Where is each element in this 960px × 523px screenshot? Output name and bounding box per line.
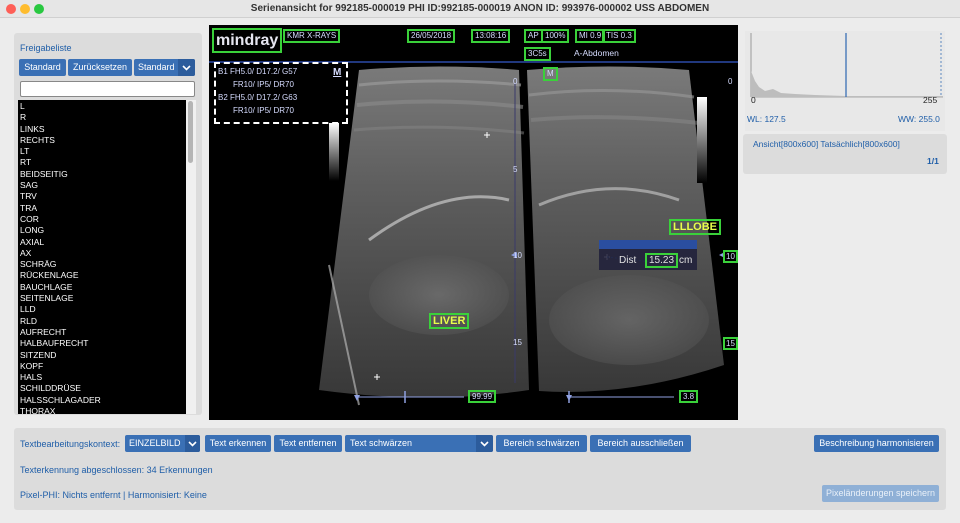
b2-params-line2: FR10/ IP5/ DR70 bbox=[233, 106, 294, 115]
preset-dropdown-value: Standard bbox=[138, 62, 175, 72]
detect-text-button[interactable]: Text erkennen bbox=[205, 435, 271, 452]
date-text: 26/05/2018 bbox=[407, 29, 456, 43]
ap-label: AP bbox=[524, 29, 543, 43]
redact-mode-dropdown[interactable]: Text schwärzen bbox=[345, 435, 493, 452]
list-item[interactable]: R bbox=[18, 112, 186, 123]
chevron-down-icon bbox=[476, 435, 493, 452]
exam-text: A-Abdomen bbox=[574, 48, 619, 58]
chevron-down-icon bbox=[185, 435, 200, 452]
histogram-max: 255 bbox=[923, 95, 938, 105]
window-width: WW: 255.0 bbox=[898, 114, 940, 124]
list-item[interactable]: RLD bbox=[18, 316, 186, 327]
m-indicator: M bbox=[333, 67, 342, 78]
list-scrollbar-thumb[interactable] bbox=[188, 101, 193, 163]
distance-unit: cm bbox=[679, 255, 693, 266]
list-item[interactable]: LT bbox=[18, 146, 186, 157]
view-info-box: Ansicht[800x600] Tatsächlich[800x600] 1/… bbox=[743, 134, 947, 174]
list-item[interactable]: SCHILDDRÜSE bbox=[18, 383, 186, 394]
list-item[interactable]: TRA bbox=[18, 203, 186, 214]
standard-button[interactable]: Standard bbox=[19, 59, 66, 76]
histogram-panel: 0 255 WL: 127.5 WW: 255.0 Ansicht[800x60… bbox=[741, 25, 951, 175]
remove-text-button[interactable]: Text entfernen bbox=[274, 435, 342, 452]
list-item[interactable]: THORAX bbox=[18, 406, 186, 414]
lllobe-label: LLLOBE bbox=[669, 219, 721, 235]
b1-params-line2: FR10/ IP5/ DR70 bbox=[233, 80, 294, 89]
depth-marker-15-left: 15 bbox=[513, 338, 522, 347]
page-indicator: 1/1 bbox=[927, 156, 939, 166]
save-pixel-changes-button[interactable]: Pixeländerungen speichern bbox=[822, 485, 939, 502]
view-info: Ansicht[800x600] Tatsächlich[800x600] bbox=[753, 139, 900, 149]
list-item[interactable]: LINKS bbox=[18, 124, 186, 135]
depth-marker-0-left: 0 bbox=[513, 77, 518, 86]
preset-dropdown[interactable]: Standard bbox=[134, 59, 195, 76]
brand-logo-text: mindray bbox=[212, 28, 283, 53]
list-item[interactable]: AX bbox=[18, 248, 186, 259]
phi-status: Pixel-PHI: Nichts entfernt | Harmonisier… bbox=[20, 490, 207, 500]
release-list[interactable]: L R LINKS RECHTS LT RT BEIDSEITIG SAG TRV TRA COR L… bbox=[18, 100, 186, 414]
list-item[interactable]: TRV bbox=[18, 191, 186, 202]
b1-params-line1: B1 FH5.0/ D17.2/ G57 bbox=[218, 67, 298, 76]
window-level: WL: 127.5 bbox=[747, 114, 786, 124]
tis-text: TIS 0.3 bbox=[602, 29, 636, 43]
list-item[interactable]: SITZEND bbox=[18, 350, 186, 361]
list-item[interactable]: LONG bbox=[18, 225, 186, 236]
facility-text: KMR X-RAYS bbox=[283, 29, 341, 43]
list-item[interactable]: L bbox=[18, 101, 186, 112]
list-item[interactable]: HALS bbox=[18, 372, 186, 383]
context-label: Textbearbeitungskontext: bbox=[20, 439, 121, 449]
m-marker-text: M bbox=[543, 67, 558, 81]
title-bar: Serienansicht for 992185-000019 PHI ID:9… bbox=[0, 0, 960, 18]
depth-marker-15-right: 15 bbox=[723, 337, 738, 350]
list-item[interactable]: HALBAUFRECHT bbox=[18, 338, 186, 349]
exclude-area-button[interactable]: Bereich ausschließen bbox=[590, 435, 691, 452]
mi-text: MI 0.9 bbox=[575, 29, 606, 43]
context-dropdown[interactable]: EINZELBILD bbox=[125, 435, 200, 452]
list-item[interactable]: BEIDSEITIG bbox=[18, 169, 186, 180]
list-item[interactable]: LLD bbox=[18, 304, 186, 315]
list-item[interactable]: AXIAL bbox=[18, 237, 186, 248]
list-item[interactable]: SEITENLAGE bbox=[18, 293, 186, 304]
redact-mode-value: Text schwärzen bbox=[350, 438, 413, 448]
b2-params-line1: B2 FH5.0/ D17.2/ G63 bbox=[218, 93, 298, 102]
image-viewer[interactable]: mindray KMR X-RAYS 26/05/2018 13:08:16 A… bbox=[209, 25, 738, 420]
distance-value: 15.23 bbox=[645, 253, 679, 268]
list-item[interactable]: COR bbox=[18, 214, 186, 225]
liver-label: LIVER bbox=[429, 313, 470, 329]
depth-marker-10-left: 10 bbox=[513, 251, 522, 260]
list-item[interactable]: HALSSCHLAGADER bbox=[18, 395, 186, 406]
list-item[interactable]: RECHTS bbox=[18, 135, 186, 146]
detection-status: Texterkennung abgeschlossen: 34 Erkennun… bbox=[20, 465, 213, 475]
search-input[interactable] bbox=[20, 81, 195, 97]
list-item[interactable]: SCHRÄG bbox=[18, 259, 186, 270]
histogram-min: 0 bbox=[751, 95, 756, 105]
reset-button[interactable]: Zurücksetzen bbox=[68, 59, 132, 76]
bottom-right-value: 3.8 bbox=[679, 390, 699, 403]
depth-marker-10-right: 10 bbox=[723, 250, 738, 263]
release-list-panel: Freigabeliste Standard Zurücksetzen Stan… bbox=[14, 33, 202, 415]
window-title: Serienansicht for 992185-000019 PHI ID:9… bbox=[250, 3, 710, 14]
bottom-left-value: 99.99 bbox=[468, 390, 497, 403]
list-item[interactable]: SAG bbox=[18, 180, 186, 191]
text-editing-panel: Textbearbeitungskontext: EINZELBILD Text… bbox=[14, 428, 946, 510]
depth-marker-0-right: 0 bbox=[728, 77, 733, 86]
time-text: 13:08:16 bbox=[471, 29, 511, 43]
list-item[interactable]: RT bbox=[18, 157, 186, 168]
list-item[interactable]: RÜCKENLAGE bbox=[18, 270, 186, 281]
context-dropdown-value: EINZELBILD bbox=[129, 438, 181, 448]
list-item[interactable]: AUFRECHT bbox=[18, 327, 186, 338]
probe-text: 3C5s bbox=[524, 47, 551, 61]
release-list-label: Freigabeliste bbox=[20, 43, 72, 53]
ap-value: 100% bbox=[541, 29, 570, 43]
redact-area-button[interactable]: Bereich schwärzen bbox=[496, 435, 587, 452]
list-item[interactable]: BAUCHLAGE bbox=[18, 282, 186, 293]
list-scrollbar[interactable] bbox=[186, 100, 196, 414]
list-item[interactable]: KOPF bbox=[18, 361, 186, 372]
chevron-down-icon bbox=[178, 59, 195, 76]
depth-marker-5: 5 bbox=[513, 165, 518, 174]
distance-label: Dist bbox=[619, 255, 637, 266]
harmonize-description-button[interactable]: Beschreibung harmonisieren bbox=[814, 435, 939, 452]
